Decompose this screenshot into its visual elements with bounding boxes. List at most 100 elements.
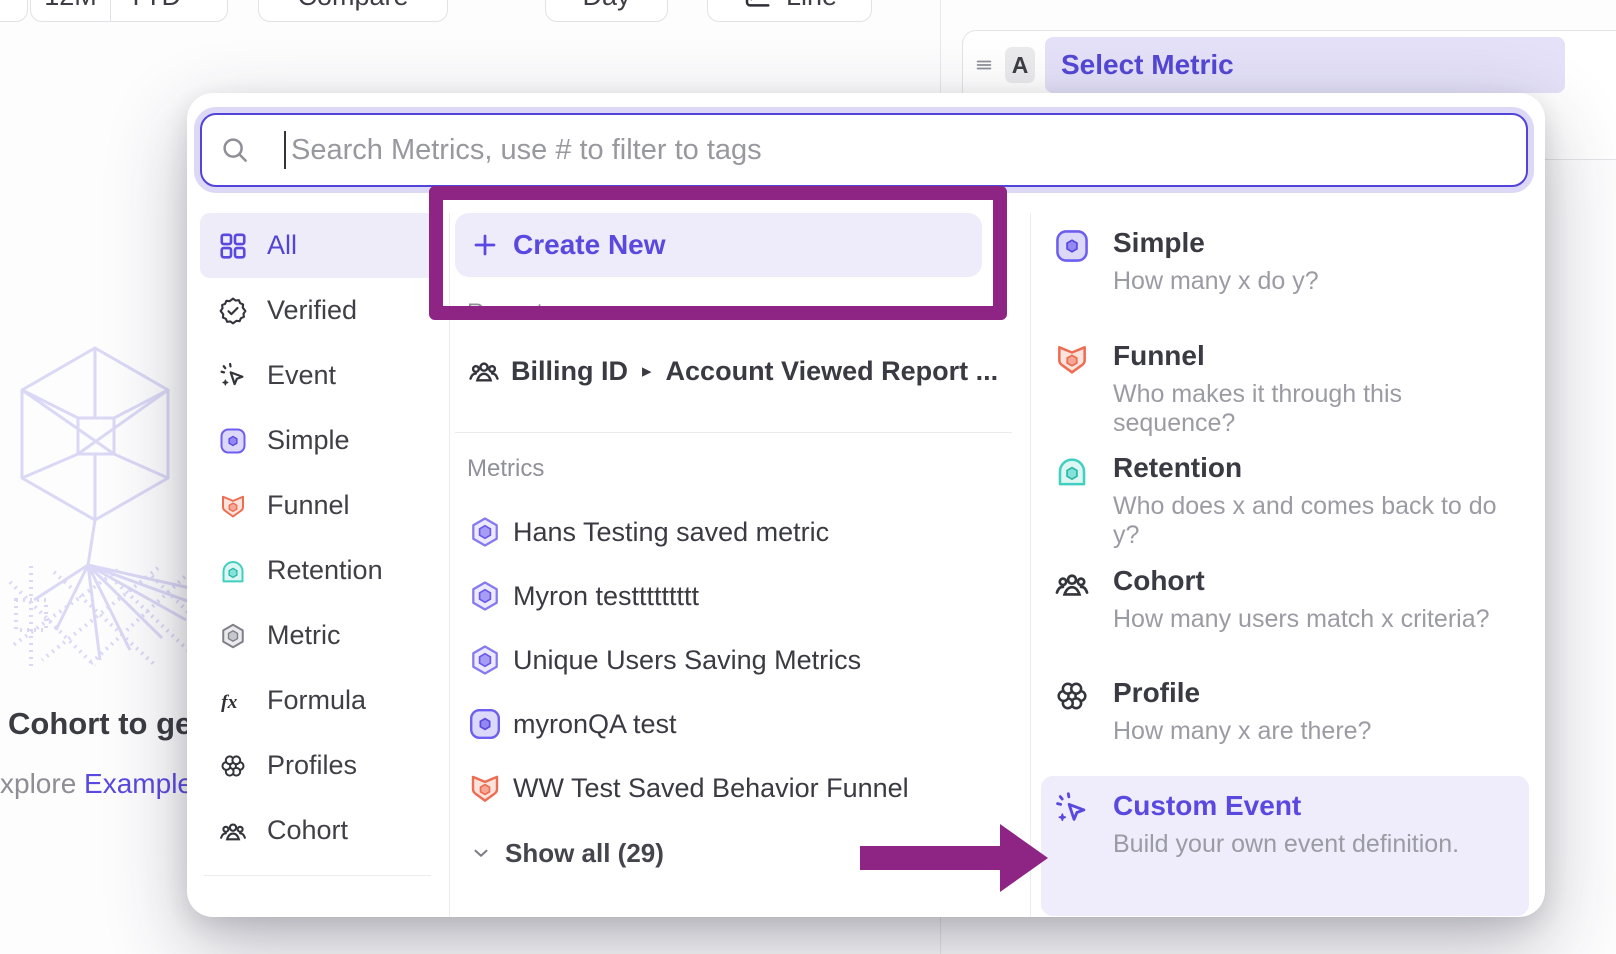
metric-type-description: Build your own event definition. [1113,830,1459,859]
sidebar-divider [204,875,431,876]
background-headline-fragment: Cohort to ge [8,706,192,742]
svg-text:fx: fx [221,691,237,712]
metric-type-row[interactable]: Profile How many x are there? [1041,663,1529,776]
grid-icon [218,231,248,261]
metric-icon [218,621,248,651]
metric-type-description: How many x do y? [1113,267,1319,296]
sidebar-item[interactable]: Profiles [200,733,437,798]
metric-list-item[interactable]: myronQA test [455,692,1012,756]
compare-label: Compare [297,0,408,12]
saved-metric-icon [467,642,503,678]
sidebar-item-label: Metric [267,620,341,651]
funnel-icon [218,491,248,521]
custom-event-icon [1053,790,1091,828]
profiles-icon [1053,677,1091,715]
sidebar-item[interactable]: Cohort [200,798,437,863]
event-icon [218,361,248,391]
show-all-button[interactable]: Show all (29) [470,831,664,875]
funnel-icon [467,770,503,806]
compare-button[interactable]: Compare [258,0,448,22]
metrics-header: Metrics [467,455,544,483]
metric-type-row[interactable]: Simple How many x do y? [1041,213,1529,326]
annotation-arrow [860,818,1050,898]
sidebar-item-tags-partial[interactable]: T [200,904,437,917]
verified-icon [218,296,248,326]
metric-type-title: Custom Event [1113,790,1459,822]
metric-type-title: Retention [1113,452,1529,484]
metric-list-item[interactable]: WW Test Saved Behavior Funnel [455,756,1012,820]
retention-icon [218,556,248,586]
metric-type-description: How many users match x criteria? [1113,605,1490,634]
recent-item-detail: Account Viewed Report ... [666,356,999,387]
line-chart-icon [742,0,772,11]
metric-list-item[interactable]: Hans Testing saved metric [455,500,1012,564]
metric-type-description: How many x are there? [1113,717,1371,746]
metric-type-title: Funnel [1113,340,1529,372]
simple-icon [1053,227,1091,265]
funnel-icon [1053,340,1091,378]
chevron-down-icon [189,0,211,7]
retention-icon [1053,452,1091,490]
select-metric-button[interactable]: Select Metric [1045,37,1565,93]
cohort-icon [218,816,248,846]
metric-list-item-label: Myron testtttttttt [513,581,699,612]
annotation-highlight-box [429,186,1007,320]
toolbar-button-fragment[interactable] [0,0,28,22]
metric-type-description: Who makes it through this sequence? [1113,380,1529,438]
sidebar-item[interactable]: Funnel [200,473,437,538]
drag-handle-icon[interactable] [973,54,995,76]
sidebar-item[interactable]: Verified [200,278,437,343]
section-divider [455,432,1012,433]
sidebar-item-label: Event [267,360,336,391]
sidebar-item-label: Verified [267,295,357,326]
metric-type-row[interactable]: Cohort How many users match x criteria? [1041,551,1529,664]
range-12m-label: 12M [44,0,97,12]
metric-list-item-label: Hans Testing saved metric [513,517,829,548]
search-input[interactable] [286,134,1526,167]
range-12m-button[interactable]: 12M [31,0,111,21]
chart-type-label: Line [786,0,837,12]
search-field[interactable] [200,113,1528,187]
sidebar-item-label: Funnel [267,490,350,521]
cohort-icon [467,354,501,388]
series-badge: A [1005,47,1035,83]
metric-type-title: Simple [1113,227,1319,259]
granularity-button[interactable]: Day [545,0,668,22]
sidebar-item-label: Simple [267,425,350,456]
sidebar-item[interactable]: Retention [200,538,437,603]
simple-icon [218,426,248,456]
sidebar-item[interactable]: Metric [200,603,437,668]
sidebar-item[interactable]: Simple [200,408,437,473]
category-sidebar: All Verified Event Simple Funnel Retenti… [200,213,450,917]
metrics-list: Hans Testing saved metric Myron testtttt… [455,500,1012,820]
metric-list-item[interactable]: Unique Users Saving Metrics [455,628,1012,692]
select-metric-label: Select Metric [1061,49,1234,81]
sidebar-item[interactable]: fx Formula [200,668,437,733]
metric-list-item-label: Unique Users Saving Metrics [513,645,861,676]
sidebar-item[interactable]: All [200,213,437,278]
range-ytd-button[interactable]: YTD [111,0,227,21]
recent-item[interactable]: Billing ID ▸ Account Viewed Report ... [455,345,1012,397]
metric-type-row[interactable]: Funnel Who makes it through this sequenc… [1041,326,1529,439]
cohort-icon [1053,565,1091,603]
sidebar-item-label: Formula [267,685,366,716]
metric-type-row[interactable]: Custom Event Build your own event defini… [1041,776,1529,916]
profiles-icon [218,751,248,781]
simple-icon [467,706,503,742]
metric-type-title: Cohort [1113,565,1490,597]
metric-list-item[interactable]: Myron testtttttttt [455,564,1012,628]
metric-type-title: Profile [1113,677,1371,709]
background-explore-line: xplore Example [0,768,193,800]
recent-item-name: Billing ID [511,356,628,387]
sidebar-item-label: Retention [267,555,383,586]
chart-type-button[interactable]: Line [707,0,872,22]
sidebar-item[interactable]: Event [200,343,437,408]
example-link-fragment[interactable]: Example [84,768,193,799]
metric-type-row[interactable]: Retention Who does x and comes back to d… [1041,438,1529,551]
metric-type-description: Who does x and comes back to do y? [1113,492,1529,550]
range-ytd-label: YTD [127,0,181,12]
sidebar-item-label: All [267,230,297,261]
breadcrumb-arrow: ▸ [642,360,652,383]
saved-metric-icon [467,514,503,550]
sidebar-item-label: Profiles [267,750,357,781]
